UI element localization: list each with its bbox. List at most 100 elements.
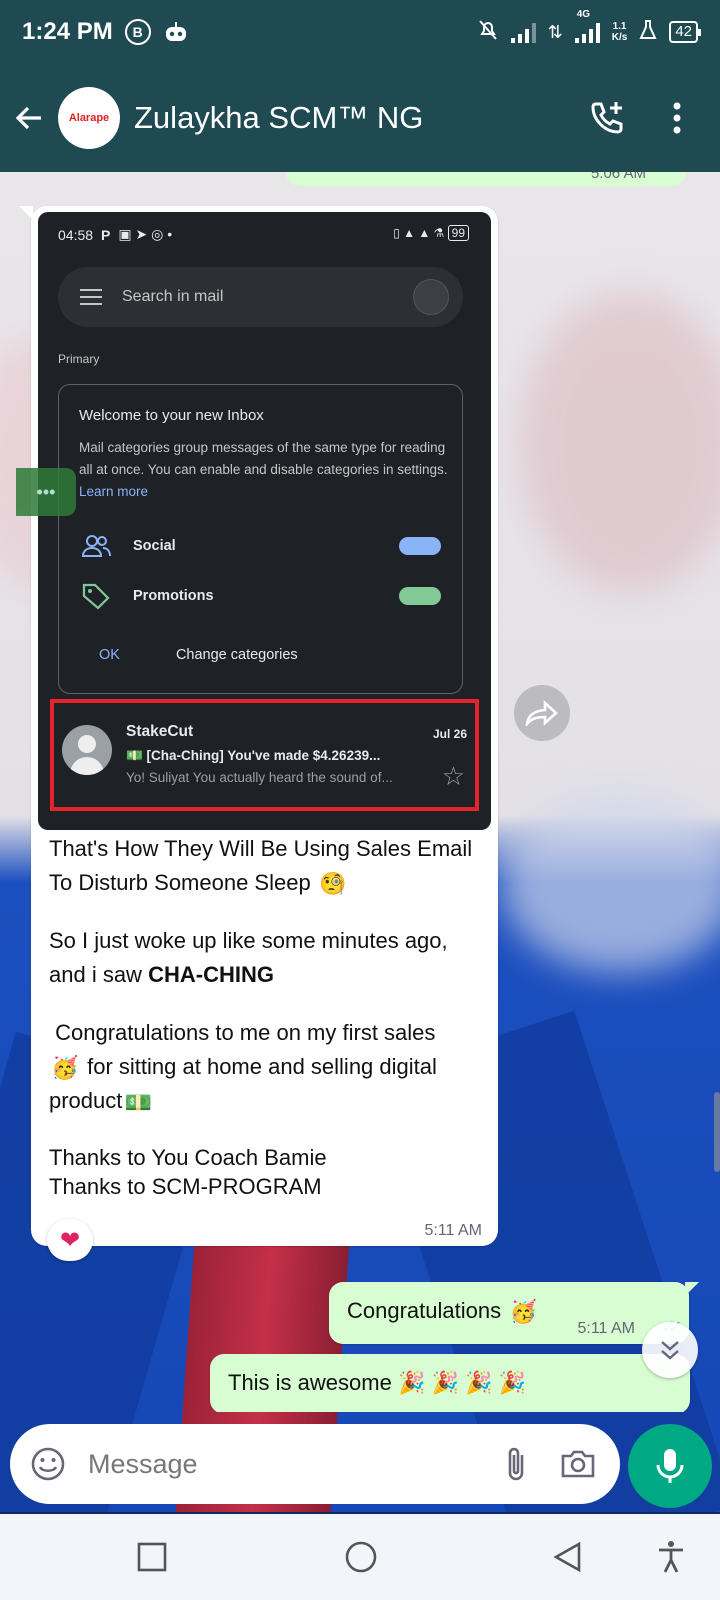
- image-section-label: Primary: [58, 352, 100, 366]
- image-email-row: StakeCut Jul 26 💵 [Cha-Ching] You've mad…: [50, 699, 479, 811]
- category-label: Promotions: [133, 588, 214, 604]
- recents-button[interactable]: [127, 1534, 177, 1580]
- image-ok-button: OK: [99, 647, 120, 663]
- message-text: This is awesome 🎉 🎉 🎉 🎉: [228, 1370, 526, 1396]
- image-learn-more: Learn more: [79, 484, 149, 499]
- signal-icon: [510, 21, 536, 43]
- square-icon: [137, 1542, 167, 1572]
- double-chevron-down-icon: [661, 1341, 679, 1360]
- more-options-button[interactable]: [642, 83, 712, 153]
- message-line: Congratulations to me on my first sales: [55, 1020, 436, 1046]
- image-card-title: Welcome to your new Inbox: [79, 407, 264, 424]
- camera-icon: [561, 1450, 595, 1478]
- message-time: 5:06 AM: [590, 172, 646, 182]
- image-account-avatar: [413, 279, 449, 315]
- previous-message[interactable]: 5:06 AM: [286, 172, 686, 186]
- voice-record-button[interactable]: [628, 1424, 712, 1508]
- forward-icon: [525, 700, 558, 726]
- microphone-icon: [656, 1449, 684, 1483]
- party-emoji-icon: 🥳: [51, 1055, 79, 1081]
- image-search-bar: Search in mail: [58, 267, 463, 327]
- avatar-logo-text: Alarape: [68, 112, 110, 124]
- message-line: for sitting at home and selling digital …: [49, 1054, 437, 1114]
- scroll-to-bottom-button[interactable]: [642, 1322, 698, 1378]
- flask-icon: [639, 19, 657, 45]
- add-call-icon: [591, 102, 623, 134]
- back-button[interactable]: [0, 64, 58, 172]
- data-arrows-icon: ⇅: [547, 21, 563, 42]
- sender-avatar-icon: [62, 725, 112, 775]
- message-line: This is awesome: [228, 1370, 392, 1395]
- battery-icon: 42: [669, 21, 701, 43]
- contact-avatar[interactable]: Alarape: [58, 87, 120, 149]
- message-time: 5:11 AM: [424, 1222, 482, 1239]
- image-status-icons: ▣ ➤ ◎ •: [118, 226, 173, 242]
- accessibility-icon: [659, 1541, 683, 1573]
- incoming-message[interactable]: 04:58 P ▣ ➤ ◎ • ▯ ▲ ▲ ⚗ 99 Search in mai…: [16, 206, 498, 1246]
- forward-button[interactable]: [514, 685, 570, 741]
- chat-title[interactable]: Zulaykha SCM™ NG: [134, 100, 572, 136]
- emoji-icon: [31, 1447, 65, 1481]
- circle-icon: [345, 1541, 377, 1573]
- message-line: Thanks to You Coach Bamie: [49, 1144, 327, 1170]
- image-toggle-social: [399, 537, 441, 555]
- triangle-back-icon: [553, 1541, 581, 1573]
- robot-icon: [163, 21, 189, 43]
- scrollbar[interactable]: [714, 1092, 720, 1172]
- image-email-date: Jul 26: [432, 727, 467, 741]
- arrow-left-icon: [15, 106, 41, 130]
- category-label: Social: [133, 538, 176, 554]
- back-nav-button[interactable]: [543, 1534, 593, 1580]
- home-button[interactable]: [336, 1534, 386, 1580]
- image-status-time: 04:58: [58, 226, 94, 243]
- paperclip-icon: [508, 1447, 524, 1481]
- money-emoji-icon: 💵: [124, 1089, 153, 1115]
- image-category-promotions: Promotions: [81, 581, 441, 611]
- image-status-right: ▯ ▲ ▲ ⚗ 99: [393, 225, 469, 241]
- outgoing-message[interactable]: Congratulations 🥳 5:11 AM ✓✓: [329, 1282, 699, 1344]
- accessibility-button[interactable]: [646, 1534, 696, 1580]
- image-toggle-promotions: [399, 587, 441, 605]
- party-popper-emoji-icon: 🎉 🎉 🎉 🎉: [397, 1370, 526, 1395]
- attach-button[interactable]: [492, 1440, 540, 1488]
- image-category-social: Social: [81, 531, 441, 561]
- monocle-emoji-icon: 🧐: [319, 871, 347, 897]
- image-card-body: Mail categories group messages of the sa…: [79, 437, 449, 503]
- message-text: That's How They Will Be Using Sales Emai…: [49, 832, 489, 1201]
- message-input[interactable]: [88, 1448, 478, 1480]
- people-icon: [81, 535, 111, 557]
- add-call-button[interactable]: [572, 83, 642, 153]
- card-body-text: Mail categories group messages of the sa…: [79, 440, 448, 477]
- system-nav-bar: [0, 1514, 720, 1600]
- message-composer: [10, 1424, 620, 1504]
- heart-reaction-icon[interactable]: ❤: [47, 1219, 93, 1261]
- party-emoji-icon: 🥳: [509, 1299, 537, 1324]
- outgoing-message[interactable]: This is awesome 🎉 🎉 🎉 🎉: [210, 1354, 690, 1412]
- status-time: 1:24 PM: [22, 18, 113, 45]
- net-speed: 1.1 K/s: [611, 21, 628, 43]
- chat-header: Alarape Zulaykha SCM™ NG: [0, 64, 720, 172]
- image-status-letter: P: [101, 226, 111, 243]
- camera-button[interactable]: [554, 1440, 602, 1488]
- message-line: Congratulations: [347, 1297, 502, 1323]
- floating-more-icon[interactable]: •••: [16, 468, 76, 516]
- message-line: Thanks to SCM-PROGRAM: [49, 1173, 322, 1199]
- message-bold-text: CHA-CHING: [148, 962, 274, 988]
- hamburger-icon: [80, 284, 102, 310]
- chat-messages[interactable]: 5:06 AM 04:58 P ▣ ➤ ◎ • ▯ ▲ ▲ ⚗ 99 Searc…: [0, 172, 720, 1412]
- image-battery: 99: [447, 225, 469, 241]
- message-text: Congratulations 🥳: [347, 1296, 539, 1328]
- image-email-subject: 💵 [Cha-Ching] You've made $4.26239...: [126, 748, 381, 763]
- status-bar: 1:24 PM B ⇅ 4G 1.1 K/s 42: [0, 0, 720, 64]
- image-email-sender: StakeCut: [126, 723, 194, 740]
- image-change-categories: Change categories: [175, 647, 298, 663]
- signal-4g: 4G: [574, 9, 600, 43]
- image-card-actions: OK Change categories: [99, 647, 298, 663]
- star-icon: ☆: [441, 761, 465, 791]
- message-time: 5:11 AM: [577, 1320, 635, 1337]
- emoji-button[interactable]: [28, 1444, 68, 1484]
- more-vertical-icon: [673, 102, 681, 134]
- attached-image[interactable]: 04:58 P ▣ ➤ ◎ • ▯ ▲ ▲ ⚗ 99 Search in mai…: [38, 212, 491, 830]
- image-email-snippet: Yo! Suliyat You actually heard the sound…: [126, 770, 393, 785]
- b-circle-icon: B: [124, 19, 151, 45]
